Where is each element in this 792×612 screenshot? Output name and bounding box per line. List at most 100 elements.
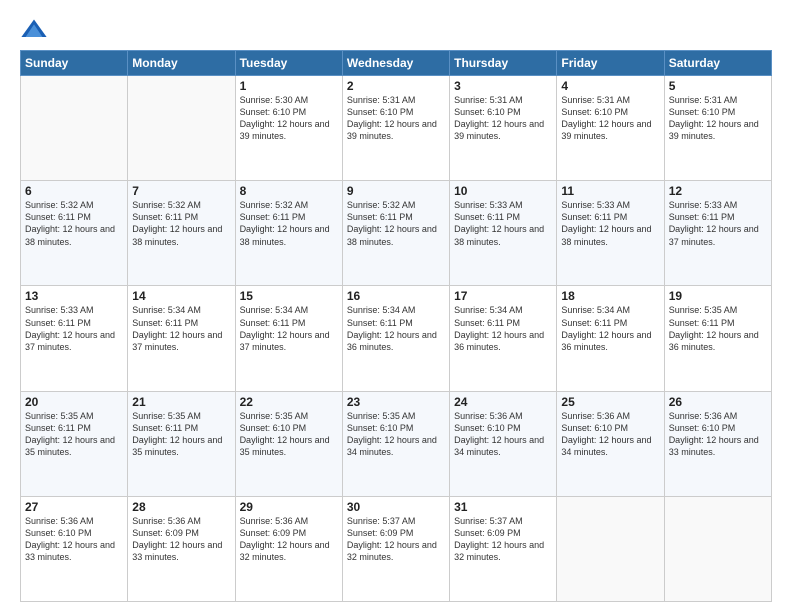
calendar-cell: 15Sunrise: 5:34 AM Sunset: 6:11 PM Dayli… (235, 286, 342, 391)
day-number: 13 (25, 289, 123, 303)
logo-icon (20, 16, 48, 44)
calendar-cell (128, 76, 235, 181)
calendar-cell: 27Sunrise: 5:36 AM Sunset: 6:10 PM Dayli… (21, 496, 128, 601)
calendar-cell: 22Sunrise: 5:35 AM Sunset: 6:10 PM Dayli… (235, 391, 342, 496)
day-info: Sunrise: 5:34 AM Sunset: 6:11 PM Dayligh… (561, 304, 659, 353)
day-number: 8 (240, 184, 338, 198)
day-info: Sunrise: 5:34 AM Sunset: 6:11 PM Dayligh… (240, 304, 338, 353)
day-info: Sunrise: 5:35 AM Sunset: 6:10 PM Dayligh… (240, 410, 338, 459)
calendar-cell: 25Sunrise: 5:36 AM Sunset: 6:10 PM Dayli… (557, 391, 664, 496)
day-number: 24 (454, 395, 552, 409)
page: SundayMondayTuesdayWednesdayThursdayFrid… (0, 0, 792, 612)
day-info: Sunrise: 5:31 AM Sunset: 6:10 PM Dayligh… (561, 94, 659, 143)
calendar-cell (21, 76, 128, 181)
weekday-header-sunday: Sunday (21, 51, 128, 76)
day-number: 27 (25, 500, 123, 514)
day-info: Sunrise: 5:36 AM Sunset: 6:10 PM Dayligh… (25, 515, 123, 564)
weekday-header-thursday: Thursday (450, 51, 557, 76)
day-number: 17 (454, 289, 552, 303)
day-info: Sunrise: 5:36 AM Sunset: 6:09 PM Dayligh… (240, 515, 338, 564)
day-number: 29 (240, 500, 338, 514)
calendar-cell: 2Sunrise: 5:31 AM Sunset: 6:10 PM Daylig… (342, 76, 449, 181)
day-number: 12 (669, 184, 767, 198)
calendar-cell: 9Sunrise: 5:32 AM Sunset: 6:11 PM Daylig… (342, 181, 449, 286)
calendar-header-row: SundayMondayTuesdayWednesdayThursdayFrid… (21, 51, 772, 76)
day-info: Sunrise: 5:32 AM Sunset: 6:11 PM Dayligh… (347, 199, 445, 248)
day-number: 10 (454, 184, 552, 198)
day-info: Sunrise: 5:33 AM Sunset: 6:11 PM Dayligh… (561, 199, 659, 248)
day-info: Sunrise: 5:37 AM Sunset: 6:09 PM Dayligh… (347, 515, 445, 564)
day-info: Sunrise: 5:32 AM Sunset: 6:11 PM Dayligh… (132, 199, 230, 248)
day-info: Sunrise: 5:32 AM Sunset: 6:11 PM Dayligh… (25, 199, 123, 248)
calendar-week-row: 1Sunrise: 5:30 AM Sunset: 6:10 PM Daylig… (21, 76, 772, 181)
calendar-cell: 3Sunrise: 5:31 AM Sunset: 6:10 PM Daylig… (450, 76, 557, 181)
day-info: Sunrise: 5:35 AM Sunset: 6:11 PM Dayligh… (132, 410, 230, 459)
day-number: 5 (669, 79, 767, 93)
calendar-cell: 28Sunrise: 5:36 AM Sunset: 6:09 PM Dayli… (128, 496, 235, 601)
calendar-cell: 26Sunrise: 5:36 AM Sunset: 6:10 PM Dayli… (664, 391, 771, 496)
weekday-header-friday: Friday (557, 51, 664, 76)
calendar: SundayMondayTuesdayWednesdayThursdayFrid… (20, 50, 772, 602)
day-number: 15 (240, 289, 338, 303)
day-number: 18 (561, 289, 659, 303)
day-info: Sunrise: 5:31 AM Sunset: 6:10 PM Dayligh… (454, 94, 552, 143)
calendar-cell: 24Sunrise: 5:36 AM Sunset: 6:10 PM Dayli… (450, 391, 557, 496)
day-info: Sunrise: 5:34 AM Sunset: 6:11 PM Dayligh… (454, 304, 552, 353)
calendar-week-row: 6Sunrise: 5:32 AM Sunset: 6:11 PM Daylig… (21, 181, 772, 286)
weekday-header-tuesday: Tuesday (235, 51, 342, 76)
calendar-cell: 17Sunrise: 5:34 AM Sunset: 6:11 PM Dayli… (450, 286, 557, 391)
day-number: 2 (347, 79, 445, 93)
calendar-cell: 12Sunrise: 5:33 AM Sunset: 6:11 PM Dayli… (664, 181, 771, 286)
day-info: Sunrise: 5:31 AM Sunset: 6:10 PM Dayligh… (347, 94, 445, 143)
day-number: 21 (132, 395, 230, 409)
calendar-week-row: 20Sunrise: 5:35 AM Sunset: 6:11 PM Dayli… (21, 391, 772, 496)
day-info: Sunrise: 5:35 AM Sunset: 6:11 PM Dayligh… (25, 410, 123, 459)
day-number: 26 (669, 395, 767, 409)
calendar-cell: 8Sunrise: 5:32 AM Sunset: 6:11 PM Daylig… (235, 181, 342, 286)
day-info: Sunrise: 5:33 AM Sunset: 6:11 PM Dayligh… (454, 199, 552, 248)
day-info: Sunrise: 5:31 AM Sunset: 6:10 PM Dayligh… (669, 94, 767, 143)
calendar-cell: 20Sunrise: 5:35 AM Sunset: 6:11 PM Dayli… (21, 391, 128, 496)
calendar-week-row: 27Sunrise: 5:36 AM Sunset: 6:10 PM Dayli… (21, 496, 772, 601)
day-info: Sunrise: 5:33 AM Sunset: 6:11 PM Dayligh… (669, 199, 767, 248)
calendar-cell: 23Sunrise: 5:35 AM Sunset: 6:10 PM Dayli… (342, 391, 449, 496)
weekday-header-wednesday: Wednesday (342, 51, 449, 76)
logo (20, 16, 52, 44)
calendar-cell: 4Sunrise: 5:31 AM Sunset: 6:10 PM Daylig… (557, 76, 664, 181)
day-number: 23 (347, 395, 445, 409)
day-info: Sunrise: 5:34 AM Sunset: 6:11 PM Dayligh… (347, 304, 445, 353)
day-number: 9 (347, 184, 445, 198)
calendar-cell: 29Sunrise: 5:36 AM Sunset: 6:09 PM Dayli… (235, 496, 342, 601)
calendar-cell: 10Sunrise: 5:33 AM Sunset: 6:11 PM Dayli… (450, 181, 557, 286)
day-number: 11 (561, 184, 659, 198)
day-info: Sunrise: 5:33 AM Sunset: 6:11 PM Dayligh… (25, 304, 123, 353)
calendar-cell: 11Sunrise: 5:33 AM Sunset: 6:11 PM Dayli… (557, 181, 664, 286)
calendar-week-row: 13Sunrise: 5:33 AM Sunset: 6:11 PM Dayli… (21, 286, 772, 391)
calendar-cell: 6Sunrise: 5:32 AM Sunset: 6:11 PM Daylig… (21, 181, 128, 286)
day-number: 16 (347, 289, 445, 303)
calendar-cell: 5Sunrise: 5:31 AM Sunset: 6:10 PM Daylig… (664, 76, 771, 181)
day-number: 4 (561, 79, 659, 93)
day-number: 31 (454, 500, 552, 514)
calendar-cell: 7Sunrise: 5:32 AM Sunset: 6:11 PM Daylig… (128, 181, 235, 286)
calendar-cell: 1Sunrise: 5:30 AM Sunset: 6:10 PM Daylig… (235, 76, 342, 181)
day-info: Sunrise: 5:32 AM Sunset: 6:11 PM Dayligh… (240, 199, 338, 248)
calendar-cell: 13Sunrise: 5:33 AM Sunset: 6:11 PM Dayli… (21, 286, 128, 391)
calendar-cell: 21Sunrise: 5:35 AM Sunset: 6:11 PM Dayli… (128, 391, 235, 496)
calendar-cell: 16Sunrise: 5:34 AM Sunset: 6:11 PM Dayli… (342, 286, 449, 391)
day-number: 28 (132, 500, 230, 514)
day-number: 22 (240, 395, 338, 409)
day-info: Sunrise: 5:36 AM Sunset: 6:10 PM Dayligh… (561, 410, 659, 459)
calendar-cell (557, 496, 664, 601)
day-info: Sunrise: 5:35 AM Sunset: 6:11 PM Dayligh… (669, 304, 767, 353)
day-info: Sunrise: 5:30 AM Sunset: 6:10 PM Dayligh… (240, 94, 338, 143)
day-info: Sunrise: 5:34 AM Sunset: 6:11 PM Dayligh… (132, 304, 230, 353)
calendar-cell: 30Sunrise: 5:37 AM Sunset: 6:09 PM Dayli… (342, 496, 449, 601)
day-info: Sunrise: 5:36 AM Sunset: 6:10 PM Dayligh… (454, 410, 552, 459)
day-info: Sunrise: 5:36 AM Sunset: 6:09 PM Dayligh… (132, 515, 230, 564)
calendar-cell: 18Sunrise: 5:34 AM Sunset: 6:11 PM Dayli… (557, 286, 664, 391)
day-info: Sunrise: 5:36 AM Sunset: 6:10 PM Dayligh… (669, 410, 767, 459)
day-number: 7 (132, 184, 230, 198)
calendar-cell: 31Sunrise: 5:37 AM Sunset: 6:09 PM Dayli… (450, 496, 557, 601)
calendar-cell (664, 496, 771, 601)
